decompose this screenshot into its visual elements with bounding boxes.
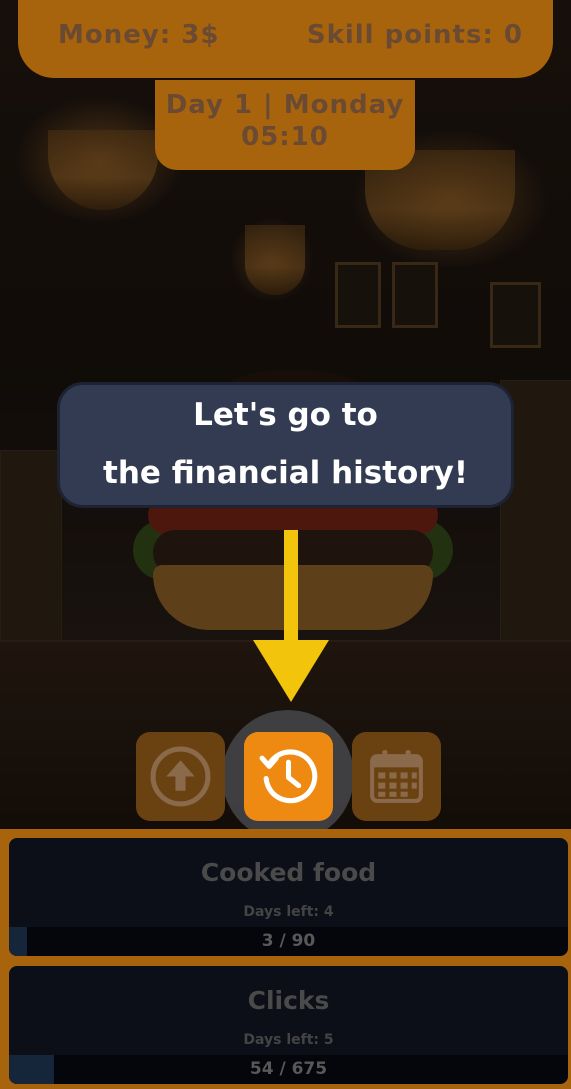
skill-points-label: Skill points: 0 xyxy=(306,20,523,50)
goal-progress-bar: 3 / 90 xyxy=(9,927,568,956)
goal-card-clicks: Clicks Days left: 5 54 / 675 xyxy=(9,966,568,1084)
goal-progress-text: 3 / 90 xyxy=(261,931,316,951)
calendar-button[interactable] xyxy=(352,732,441,821)
tutorial-arrow-head xyxy=(253,640,329,702)
day-time-box: Day 1 | Monday 05:10 xyxy=(155,80,415,170)
upgrade-button[interactable] xyxy=(136,732,225,821)
day-label: Day 1 | Monday xyxy=(165,90,405,120)
tutorial-text-line1: Let's go to xyxy=(193,397,378,433)
money-label: Money: 3$ xyxy=(58,20,220,50)
tutorial-speech-bubble: Let's go to the financial history! xyxy=(57,382,514,508)
time-label: 05:10 xyxy=(241,122,329,152)
calendar-icon xyxy=(370,750,423,803)
top-hud: Money: 3$ Skill points: 0 xyxy=(18,0,553,78)
goal-days-left: Days left: 4 xyxy=(243,904,334,920)
tutorial-text-line2: the financial history! xyxy=(103,455,468,491)
upgrade-arrow-icon xyxy=(150,746,211,807)
goal-card-cooked-food: Cooked food Days left: 4 3 / 90 xyxy=(9,838,568,956)
history-clock-icon xyxy=(259,749,318,804)
goal-days-left: Days left: 5 xyxy=(243,1032,334,1048)
financial-history-button[interactable] xyxy=(244,732,333,821)
goal-title: Cooked food xyxy=(200,858,377,887)
goal-title: Clicks xyxy=(247,986,330,1015)
